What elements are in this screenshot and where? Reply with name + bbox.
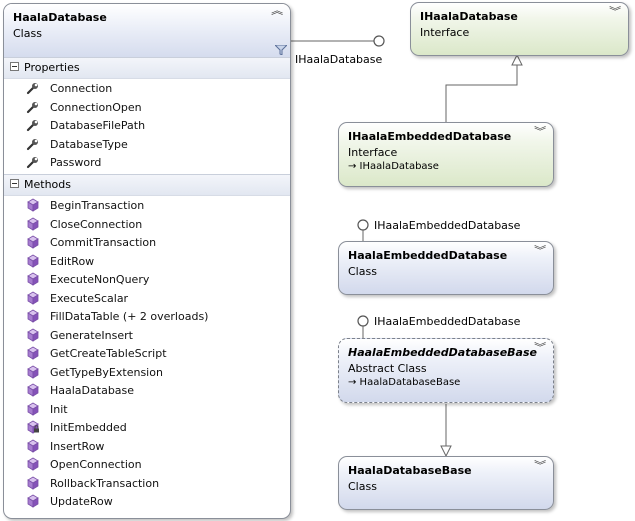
method-cube-icon bbox=[26, 494, 40, 508]
member-label: Init bbox=[50, 402, 68, 416]
inherit-arrow-iface bbox=[511, 53, 523, 66]
wrench-icon bbox=[26, 100, 40, 114]
class-shape-haala-embedded-database[interactable]: HaalaEmbeddedDatabase Class ︾ bbox=[338, 241, 554, 295]
member-label: OpenConnection bbox=[50, 458, 142, 471]
private-method-cube-icon bbox=[26, 420, 40, 434]
member-label: Password bbox=[50, 156, 102, 169]
expand-chevron-icon[interactable]: ︾ bbox=[534, 128, 546, 138]
collapse-minus-icon[interactable] bbox=[10, 179, 19, 188]
shape-kind: Abstract Class bbox=[348, 362, 427, 375]
lollipop-label-base: IHaalaEmbeddedDatabase bbox=[374, 315, 521, 328]
member-label: CommitTransaction bbox=[50, 236, 157, 249]
expand-chevron-icon[interactable]: ︾ bbox=[534, 247, 546, 257]
interface-shape-ihaala-database[interactable]: IHaalaDatabase Interface ︾ bbox=[410, 2, 629, 56]
shape-kind: Interface bbox=[348, 146, 398, 159]
member-label: GetCreateTableScript bbox=[50, 347, 167, 360]
shape-title: IHaalaEmbeddedDatabase bbox=[348, 130, 512, 143]
member-label: ConnectionOpen bbox=[50, 100, 142, 114]
member-label: HaalaDatabase bbox=[50, 384, 135, 397]
lollipop-circle-main bbox=[373, 35, 385, 47]
collapse-chevron-icon[interactable]: ︽ bbox=[271, 7, 283, 17]
method-cube-icon bbox=[26, 235, 40, 249]
lollipop-circle-embedded bbox=[357, 219, 369, 231]
section-label: Methods bbox=[24, 178, 71, 191]
member-label: RollbackTransaction bbox=[50, 476, 160, 490]
section-label: Properties bbox=[24, 61, 80, 74]
member-label: CloseConnection bbox=[50, 217, 143, 231]
class-shape-haala-database-base[interactable]: HaalaDatabaseBase Class ︾ bbox=[338, 456, 554, 510]
section-properties[interactable]: Properties bbox=[4, 57, 290, 79]
member-label: FillDataTable (+ 2 overloads) bbox=[50, 310, 209, 323]
method-cube-icon bbox=[26, 383, 40, 397]
method-cube-icon bbox=[26, 309, 40, 323]
wrench-icon bbox=[26, 118, 40, 132]
inherit-arrow-class bbox=[440, 445, 452, 458]
shape-kind: Class bbox=[348, 265, 377, 278]
member-label: Connection bbox=[50, 82, 113, 95]
abstract-class-shape-haala-embedded-database-base[interactable]: HaalaEmbeddedDatabaseBase Abstract Class… bbox=[338, 338, 554, 403]
method-cube-icon bbox=[26, 254, 40, 268]
method-cube-icon bbox=[26, 439, 40, 453]
expand-chevron-icon[interactable]: ︾ bbox=[609, 8, 621, 18]
section-methods[interactable]: Methods bbox=[4, 174, 290, 196]
inherit-line-iface bbox=[445, 65, 518, 122]
method-cube-icon bbox=[26, 328, 40, 342]
shape-kind: Interface bbox=[420, 26, 470, 39]
class-title: HaalaDatabase bbox=[13, 11, 107, 24]
shape-kind: Class bbox=[348, 480, 377, 493]
lollipop-circle-base bbox=[357, 315, 369, 327]
lollipop-label-main: IHaalaDatabase bbox=[295, 53, 383, 66]
wrench-icon bbox=[26, 155, 40, 169]
wrench-icon bbox=[26, 81, 40, 95]
shape-title: IHaalaDatabase bbox=[420, 10, 518, 23]
interface-shape-ihaala-embedded-database[interactable]: IHaalaEmbeddedDatabase Interface → IHaal… bbox=[338, 122, 554, 187]
shape-inherits: → HaalaDatabaseBase bbox=[348, 377, 461, 388]
member-label: InitEmbedded bbox=[50, 421, 127, 434]
method-cube-icon bbox=[26, 365, 40, 379]
member-label: GetTypeByExtension bbox=[50, 365, 163, 379]
member-label: InsertRow bbox=[50, 439, 105, 453]
method-cube-icon bbox=[26, 272, 40, 286]
method-cube-icon bbox=[26, 457, 40, 471]
shape-title: HaalaEmbeddedDatabase bbox=[348, 249, 508, 262]
shape-inherits: → IHaalaDatabase bbox=[348, 161, 439, 172]
member-label: ExecuteScalar bbox=[50, 291, 129, 305]
collapse-minus-icon[interactable] bbox=[10, 62, 19, 71]
member-label: GenerateInsert bbox=[50, 328, 133, 342]
member-label: UpdateRow bbox=[50, 495, 113, 508]
filter-icon[interactable] bbox=[275, 45, 287, 55]
class-kind: Class bbox=[13, 27, 42, 40]
expand-chevron-icon[interactable]: ︾ bbox=[534, 462, 546, 472]
wrench-icon bbox=[26, 137, 40, 151]
method-cube-icon bbox=[26, 476, 40, 490]
member-label: BeginTransaction bbox=[50, 199, 145, 212]
member-label: DatabaseType bbox=[50, 137, 128, 151]
method-cube-icon bbox=[26, 217, 40, 231]
member-label: ExecuteNonQuery bbox=[50, 273, 150, 286]
lollipop-label-embedded: IHaalaEmbeddedDatabase bbox=[374, 219, 521, 232]
shape-title: HaalaEmbeddedDatabaseBase bbox=[348, 346, 537, 359]
class-shape-haala-database[interactable]: HaalaDatabase Class ︽ Properties Connect… bbox=[3, 3, 291, 519]
expand-chevron-icon[interactable]: ︾ bbox=[534, 344, 546, 354]
method-cube-icon bbox=[26, 402, 40, 416]
member-label: EditRow bbox=[50, 254, 95, 268]
method-cube-icon bbox=[26, 291, 40, 305]
method-cube-icon bbox=[26, 198, 40, 212]
method-cube-icon bbox=[26, 346, 40, 360]
shape-title: HaalaDatabaseBase bbox=[348, 464, 472, 477]
member-label: DatabaseFilePath bbox=[50, 119, 146, 132]
